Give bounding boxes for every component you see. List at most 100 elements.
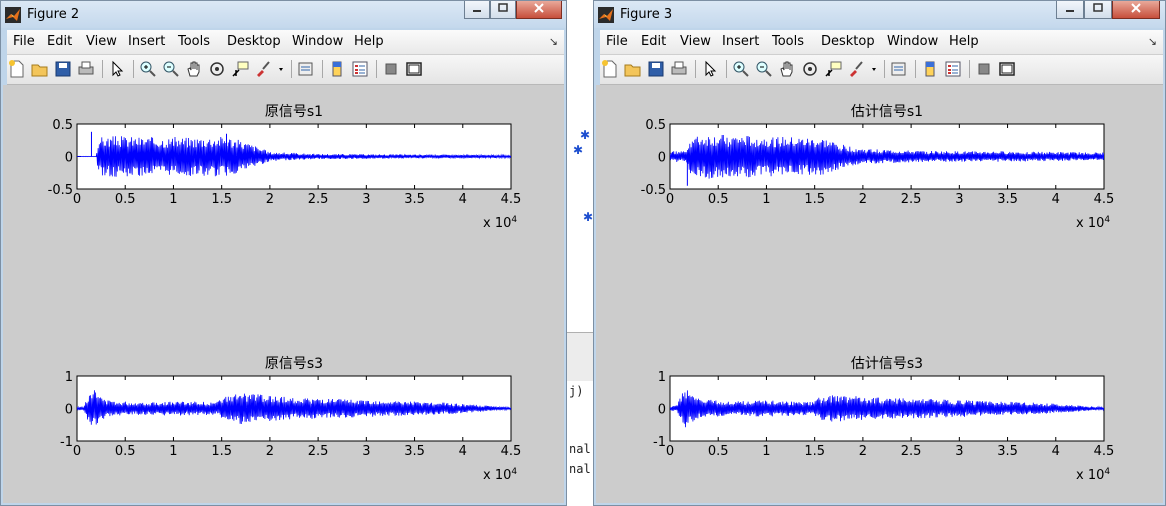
axes-title: 估计信号s1 xyxy=(851,104,923,120)
rotate-3d-button[interactable] xyxy=(800,59,820,79)
data-cursor-button[interactable] xyxy=(823,59,843,79)
brush-icon xyxy=(850,61,863,77)
figure-2-window: Figure 2 File Edit View Insert Tools Des… xyxy=(0,0,567,506)
edit-plot-button[interactable] xyxy=(700,59,720,79)
menu-tools[interactable]: Tools xyxy=(178,34,210,49)
show-plot-tools-icon xyxy=(999,62,1015,76)
print-icon xyxy=(671,61,687,75)
menu-window[interactable]: Window xyxy=(887,34,938,49)
hide-plot-tools-button[interactable] xyxy=(974,59,994,79)
x-tick-label: 3 xyxy=(362,444,370,459)
figure-canvas: 估计信号s1 0 0.5 1 1.5 2 2.5 3 3.5 4 4.5 0.5 0 -0.5 x 104 估… xyxy=(596,85,1163,503)
close-button[interactable] xyxy=(1112,1,1160,19)
title-bar[interactable]: Figure 3 xyxy=(594,1,1165,28)
zoom-out-button[interactable] xyxy=(161,59,181,79)
menu-desktop[interactable]: Desktop xyxy=(227,34,281,49)
open-file-button[interactable] xyxy=(30,59,50,79)
menu-help[interactable]: Help xyxy=(949,34,979,49)
menu-bar: File Edit View Insert Tools Desktop Wind… xyxy=(7,30,564,55)
hide-plot-tools-button[interactable] xyxy=(381,59,401,79)
link-plot-button[interactable] xyxy=(296,59,316,79)
insert-legend-icon xyxy=(945,61,961,77)
toolbar-separator xyxy=(376,60,377,78)
menu-help[interactable]: Help xyxy=(354,34,384,49)
insert-colorbar-button[interactable] xyxy=(920,59,940,79)
save-button[interactable] xyxy=(646,59,666,79)
rotate-3d-icon xyxy=(803,62,817,76)
zoom-out-button[interactable] xyxy=(754,59,774,79)
y-tick-label: 0.5 xyxy=(645,118,666,133)
minimize-button[interactable] xyxy=(464,1,490,19)
insert-colorbar-button[interactable] xyxy=(327,59,347,79)
x-tick-label: 3.5 xyxy=(997,444,1018,459)
menu-overflow-icon[interactable]: ↘ xyxy=(549,35,558,48)
x-tick-label: 4.5 xyxy=(501,444,522,459)
axes[interactable]: 原信号s30 0.5 1 1.5 2 2.5 3 3.5 4 4.510-1x 104 xyxy=(60,356,521,483)
brush-button[interactable] xyxy=(846,59,866,79)
menu-insert[interactable]: Insert xyxy=(722,34,759,49)
insert-legend-button[interactable] xyxy=(350,59,370,79)
axes[interactable]: 估计信号s30 0.5 1 1.5 2 2.5 3 3.5 4 4.510-1x 104 xyxy=(653,356,1114,483)
minimize-icon xyxy=(473,10,481,12)
show-plot-tools-button[interactable] xyxy=(997,59,1017,79)
x-axis-exponent: x 104 xyxy=(483,467,517,483)
title-bar[interactable]: Figure 2 xyxy=(1,1,566,28)
menu-edit[interactable]: Edit xyxy=(47,34,72,49)
x-tick-label: 4 xyxy=(459,192,467,207)
window-title: Figure 3 xyxy=(620,7,673,22)
menu-edit[interactable]: Edit xyxy=(641,34,666,49)
maximize-button[interactable] xyxy=(490,1,516,19)
axes-title: 原信号s3 xyxy=(265,356,323,372)
maximize-button[interactable] xyxy=(1084,1,1112,19)
rotate-3d-button[interactable] xyxy=(207,59,227,79)
minimize-button[interactable] xyxy=(1056,1,1084,19)
x-tick-label: 3.5 xyxy=(404,444,425,459)
pan-button[interactable] xyxy=(777,59,797,79)
pan-button[interactable] xyxy=(184,59,204,79)
brush-menu-button[interactable] xyxy=(276,59,286,79)
edit-plot-button[interactable] xyxy=(107,59,127,79)
x-tick-label: 4.5 xyxy=(1094,192,1115,207)
new-figure-button[interactable] xyxy=(7,59,27,79)
data-cursor-button[interactable] xyxy=(230,59,250,79)
show-plot-tools-button[interactable] xyxy=(404,59,424,79)
brush-menu-icon xyxy=(279,68,283,71)
print-button[interactable] xyxy=(76,59,96,79)
new-figure-button[interactable] xyxy=(600,59,620,79)
zoom-in-button[interactable] xyxy=(731,59,751,79)
save-button[interactable] xyxy=(53,59,73,79)
menu-insert[interactable]: Insert xyxy=(128,34,165,49)
x-axis-exponent: x 104 xyxy=(1076,215,1110,231)
rotate-3d-icon xyxy=(210,62,224,76)
figure-3-window: Figure 3 File Edit View Insert Tools Des… xyxy=(593,0,1166,506)
menu-overflow-icon[interactable]: ↘ xyxy=(1148,35,1157,48)
menu-file[interactable]: File xyxy=(13,34,35,49)
close-button[interactable] xyxy=(516,1,562,19)
x-tick-label: 2 xyxy=(266,444,274,459)
menu-desktop[interactable]: Desktop xyxy=(821,34,875,49)
open-file-icon xyxy=(624,64,641,77)
link-plot-button[interactable] xyxy=(889,59,909,79)
x-tick-label: 0.5 xyxy=(708,192,729,207)
axes[interactable]: 原信号s10 0.5 1 1.5 2 2.5 3 3.5 4 4.50.50-0.5x 104 xyxy=(48,104,522,231)
axes[interactable]: 估计信号s10 0.5 1 1.5 2 2.5 3 3.5 4 4.50.50-0.5x 104 xyxy=(641,104,1115,231)
brush-button[interactable] xyxy=(253,59,273,79)
x-tick-label: 3 xyxy=(955,192,963,207)
x-tick-label: 0.5 xyxy=(708,444,729,459)
x-tick-label: 0 xyxy=(666,444,674,459)
zoom-in-button[interactable] xyxy=(138,59,158,79)
menu-tools[interactable]: Tools xyxy=(772,34,804,49)
window-title: Figure 2 xyxy=(27,7,80,22)
background-window-sliver xyxy=(567,0,593,506)
brush-icon xyxy=(257,61,270,77)
print-button[interactable] xyxy=(669,59,689,79)
zoom-in-icon xyxy=(733,61,749,77)
zoom-out-icon xyxy=(756,61,772,77)
menu-window[interactable]: Window xyxy=(292,34,343,49)
brush-menu-button[interactable] xyxy=(869,59,879,79)
menu-file[interactable]: File xyxy=(606,34,628,49)
menu-view[interactable]: View xyxy=(86,34,117,49)
menu-view[interactable]: View xyxy=(680,34,711,49)
insert-legend-button[interactable] xyxy=(943,59,963,79)
open-file-button[interactable] xyxy=(623,59,643,79)
